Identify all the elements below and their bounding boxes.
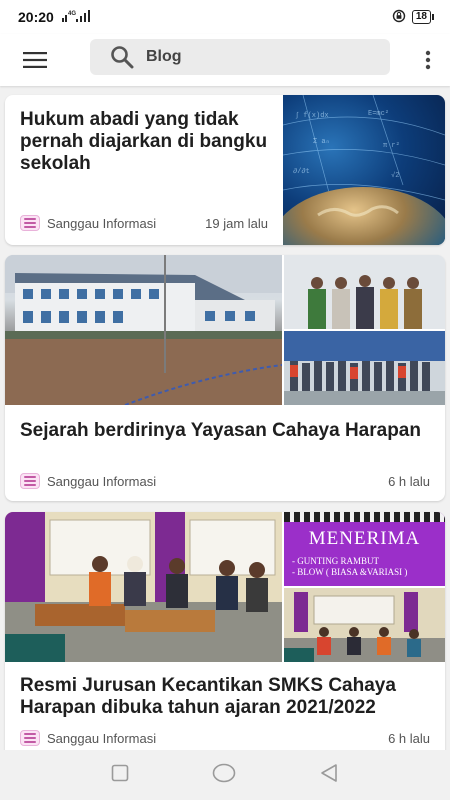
svg-text:∫ f(x)dx: ∫ f(x)dx	[295, 112, 329, 120]
svg-text:π r²: π r²	[383, 142, 400, 150]
article-photo-classroom	[5, 512, 282, 662]
battery-icon: 18	[411, 10, 434, 24]
article-poster-menerima: MENERIMA - GUNTING RAMBUT - BLOW ( BIASA…	[284, 512, 445, 586]
more-vert-icon	[425, 50, 431, 70]
status-right: 18	[392, 9, 434, 26]
article-photo-classroom-2	[284, 588, 445, 662]
article-card[interactable]: Sejarah berdirinya Yayasan Cahaya Harapa…	[5, 255, 445, 501]
article-photo-group-bottom	[284, 331, 445, 405]
article-meta: Sanggau Informasi 6 h lalu	[20, 473, 430, 489]
menu-button[interactable]	[0, 34, 70, 86]
hamburger-icon	[23, 52, 47, 68]
article-title: Hukum abadi yang tidak pernah diajarkan …	[20, 109, 268, 174]
article-source: Sanggau Informasi	[47, 215, 157, 231]
poster-line-1: - GUNTING RAMBUT	[292, 556, 379, 566]
home-button[interactable]	[212, 761, 236, 790]
document-icon	[20, 473, 40, 489]
poster-line-2: - BLOW ( BIASA &VARIASI )	[292, 567, 408, 577]
status-left: 20:20 4G	[18, 9, 96, 26]
article-time: 6 h lalu	[388, 473, 430, 489]
recents-button[interactable]	[111, 764, 129, 787]
article-source: Sanggau Informasi	[47, 730, 157, 746]
search-icon	[111, 46, 134, 69]
article-photo-group-top	[284, 255, 445, 329]
svg-text:E=mc²: E=mc²	[368, 110, 389, 118]
triangle-back-icon	[320, 763, 337, 782]
svg-text:∂/∂t: ∂/∂t	[293, 168, 310, 176]
article-title: Sejarah berdirinya Yayasan Cahaya Harapa…	[20, 420, 421, 441]
status-bar: 20:20 4G 18	[0, 0, 450, 34]
search-text: Blog	[146, 48, 182, 65]
poster-headline: MENERIMA	[308, 528, 421, 549]
app-bar: Blog	[0, 34, 450, 86]
article-time: 19 jam lalu	[205, 215, 268, 231]
status-time: 20:20	[18, 9, 54, 25]
battery-level: 18	[411, 10, 431, 24]
svg-text:√2: √2	[391, 171, 399, 180]
article-feed[interactable]: Hukum abadi yang tidak pernah diajarkan …	[0, 86, 450, 750]
lock-rotation-icon	[392, 9, 406, 26]
more-options-button[interactable]	[420, 46, 436, 74]
document-icon	[20, 215, 40, 231]
article-time: 6 h lalu	[388, 730, 430, 746]
article-source: Sanggau Informasi	[47, 473, 157, 489]
search-bar[interactable]: Blog	[90, 39, 390, 75]
signal-icon: 4G	[61, 9, 96, 26]
svg-text:Σ aₙ: Σ aₙ	[313, 138, 330, 146]
article-meta: Sanggau Informasi 19 jam lalu	[20, 215, 268, 231]
article-title: Resmi Jurusan Kecantikan SMKS Cahaya Har…	[20, 675, 396, 718]
circle-icon	[212, 763, 236, 782]
document-icon	[20, 730, 40, 746]
system-nav-bar	[0, 750, 450, 800]
article-photo-school-building	[5, 255, 282, 405]
article-card[interactable]: MENERIMA - GUNTING RAMBUT - BLOW ( BIASA…	[5, 512, 445, 750]
article-meta: Sanggau Informasi 6 h lalu	[20, 730, 430, 746]
svg-text:4G: 4G	[68, 11, 76, 17]
article-card[interactable]: Hukum abadi yang tidak pernah diajarkan …	[5, 95, 445, 245]
square-icon	[112, 764, 129, 781]
article-thumbnail-globe: ∫ f(x)dx E=mc² Σ aₙ π r² ∂/∂t √2	[283, 95, 445, 245]
back-button[interactable]	[319, 763, 339, 788]
